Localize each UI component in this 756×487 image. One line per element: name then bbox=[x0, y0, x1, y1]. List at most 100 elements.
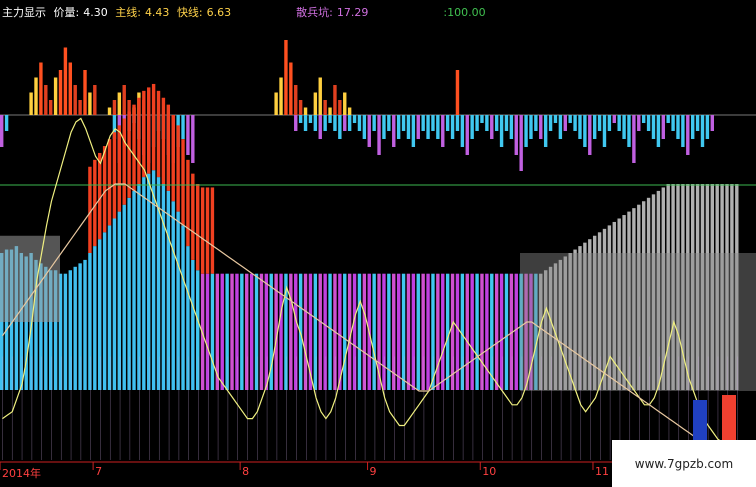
main-force-bar bbox=[490, 273, 494, 390]
momentum-bar bbox=[602, 115, 607, 147]
main-force-bar bbox=[480, 273, 484, 390]
momentum-bar bbox=[499, 115, 504, 147]
main-force-bar bbox=[210, 273, 215, 390]
main-force-bar bbox=[63, 273, 68, 390]
legend-price-value: 4.30 bbox=[83, 6, 108, 19]
momentum-bar bbox=[578, 115, 582, 139]
momentum-bar bbox=[637, 115, 641, 131]
main-force-peak-bar bbox=[156, 90, 161, 178]
main-force-bar bbox=[465, 273, 469, 390]
main-force-peak-bar bbox=[186, 159, 190, 247]
momentum-bar bbox=[0, 115, 4, 147]
momentum-bar bbox=[617, 115, 621, 131]
main-force-bar bbox=[122, 204, 126, 390]
main-force-bar bbox=[499, 273, 504, 390]
volume-bar bbox=[323, 100, 327, 115]
volume-bar bbox=[117, 92, 122, 115]
main-force-bar bbox=[494, 273, 499, 390]
legend-fast-label: 快线: bbox=[176, 6, 203, 19]
volume-bar bbox=[83, 70, 87, 115]
main-force-bar bbox=[431, 273, 435, 390]
main-force-peak-bar bbox=[200, 187, 205, 274]
legend-fast-value: 6.63 bbox=[206, 6, 232, 19]
main-force-bar bbox=[181, 225, 185, 390]
momentum-bar bbox=[308, 115, 313, 123]
momentum-bar bbox=[191, 115, 195, 163]
momentum-bar bbox=[671, 115, 675, 131]
main-force-bar bbox=[240, 273, 244, 390]
volume-bar bbox=[338, 100, 342, 115]
momentum-bar bbox=[421, 115, 425, 131]
main-force-bar bbox=[303, 273, 308, 390]
main-force-bar bbox=[396, 273, 401, 390]
momentum-bar bbox=[509, 115, 514, 139]
momentum-bar bbox=[357, 115, 362, 131]
volume-bar bbox=[68, 62, 73, 115]
volume-bar bbox=[49, 100, 53, 115]
main-force-bar bbox=[323, 273, 327, 390]
volume-bar bbox=[53, 77, 58, 115]
momentum-bar bbox=[622, 115, 626, 139]
main-force-bar bbox=[166, 190, 171, 390]
momentum-bar bbox=[651, 115, 656, 139]
volume-bar bbox=[303, 107, 308, 115]
momentum-bar bbox=[4, 115, 9, 131]
volume-bar bbox=[93, 85, 97, 115]
momentum-bar bbox=[470, 115, 474, 139]
momentum-bar bbox=[460, 115, 465, 147]
momentum-bar bbox=[607, 115, 612, 131]
x-tick-label: 9 bbox=[369, 465, 377, 478]
momentum-bar bbox=[367, 115, 371, 147]
momentum-bar bbox=[563, 115, 567, 131]
main-force-bar bbox=[196, 270, 200, 390]
main-force-bar bbox=[137, 184, 141, 390]
main-force-bar bbox=[343, 273, 347, 390]
main-force-bar bbox=[450, 273, 455, 390]
main-force-bar bbox=[147, 173, 151, 390]
momentum-bar bbox=[323, 115, 327, 131]
momentum-bar bbox=[387, 115, 391, 131]
momentum-bar bbox=[676, 115, 680, 139]
momentum-bar bbox=[181, 115, 185, 139]
momentum-bar bbox=[583, 115, 587, 147]
momentum-bar bbox=[514, 115, 518, 155]
momentum-bar bbox=[485, 115, 489, 131]
legend-main-value: 4.43 bbox=[144, 6, 170, 19]
main-force-bar bbox=[279, 273, 283, 390]
volume-bar bbox=[318, 77, 322, 115]
main-force-bar bbox=[117, 211, 122, 390]
momentum-bar bbox=[347, 115, 352, 131]
chart-plot bbox=[0, 40, 756, 470]
x-tick-label: 11 bbox=[594, 465, 609, 478]
x-tick-label: 7 bbox=[95, 465, 103, 478]
main-force-bar bbox=[132, 190, 136, 390]
momentum-bar bbox=[401, 115, 406, 131]
momentum-bar bbox=[656, 115, 661, 147]
main-force-bar bbox=[83, 259, 87, 390]
momentum-bar bbox=[416, 115, 420, 139]
main-force-peak-bar bbox=[210, 187, 215, 274]
momentum-bar bbox=[524, 115, 528, 147]
momentum-bar bbox=[568, 115, 572, 123]
main-force-bar bbox=[235, 273, 239, 390]
momentum-bar bbox=[303, 115, 308, 131]
main-force-peak-bar bbox=[112, 132, 117, 219]
momentum-bar bbox=[441, 115, 445, 147]
x-tick-label: 2014年 bbox=[2, 467, 41, 480]
legend-retail-label: 散兵坑: bbox=[296, 6, 333, 19]
momentum-bar bbox=[382, 115, 386, 139]
momentum-bar bbox=[333, 115, 337, 131]
momentum-bar bbox=[529, 115, 533, 139]
main-force-bar bbox=[441, 273, 445, 390]
momentum-bar bbox=[690, 115, 695, 139]
momentum-bar bbox=[681, 115, 685, 147]
main-force-peak-bar bbox=[93, 159, 97, 247]
momentum-bar bbox=[411, 115, 416, 147]
momentum-bar bbox=[406, 115, 411, 139]
momentum-bar bbox=[372, 115, 376, 131]
main-force-bar bbox=[485, 273, 489, 390]
main-force-peak-bar bbox=[142, 90, 146, 178]
main-force-bar bbox=[93, 246, 97, 390]
momentum-bar bbox=[705, 115, 710, 139]
main-force-bar bbox=[445, 273, 450, 390]
